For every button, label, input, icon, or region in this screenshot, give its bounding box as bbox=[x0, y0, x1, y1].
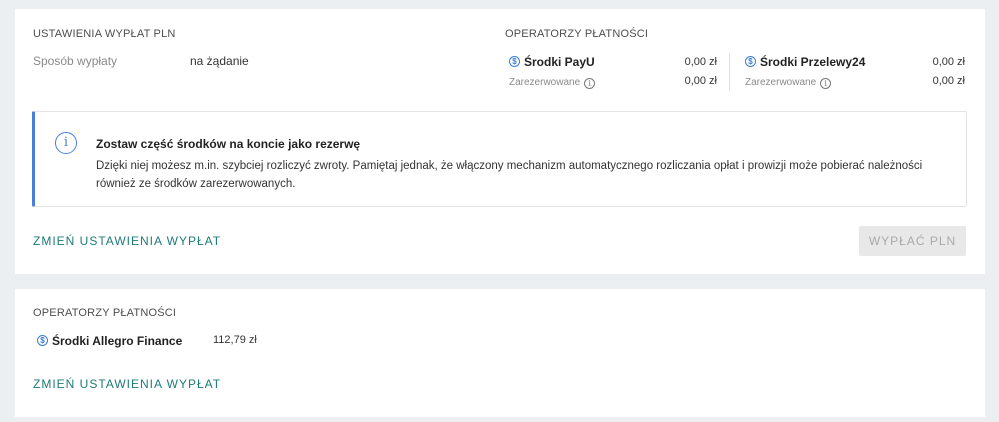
payu-reserved-amount: 0,00 zł bbox=[684, 75, 717, 87]
przelewy24-reserved-label: Zarezerwowane bbox=[745, 77, 817, 88]
info-icon[interactable]: i bbox=[584, 78, 596, 89]
change-payout-settings-button[interactable]: ZMIEŃ USTAWIENIA WYPŁAT bbox=[33, 377, 221, 391]
info-icon[interactable]: i bbox=[820, 78, 832, 89]
dollar-icon: $ bbox=[37, 335, 48, 346]
przelewy24-reserved-amount: 0,00 zł bbox=[932, 75, 965, 87]
info-icon: i bbox=[55, 132, 77, 154]
allegro-finance-amount: 112,79 zł bbox=[213, 334, 257, 346]
payu-reserved-label: Zarezerwowane bbox=[509, 77, 581, 88]
change-payout-settings-button[interactable]: ZMIEŃ USTAWIENIA WYPŁAT bbox=[33, 234, 221, 248]
payout-method-label: Sposób wypłaty bbox=[33, 54, 118, 68]
notice-title: Zostaw część środków na koncie jako reze… bbox=[96, 137, 361, 151]
payu-reserved: Zarezerwowane i bbox=[509, 77, 596, 89]
payout-settings-card: USTAWIENIA WYPŁAT PLN Sposób wypłaty na … bbox=[15, 9, 985, 274]
allegro-operators-title: OPERATORZY PŁATNOŚCI bbox=[33, 307, 177, 319]
allegro-finance-name: Środki Allegro Finance bbox=[52, 334, 183, 348]
notice-text: Dzięki niej możesz m.in. szybciej rozlic… bbox=[96, 160, 923, 190]
allegro-operators-card: OPERATORZY PŁATNOŚCI $ Środki Allegro Fi… bbox=[15, 289, 985, 417]
operators-divider bbox=[729, 53, 730, 91]
reserve-notice: i Zostaw część środków na koncie jako re… bbox=[32, 111, 967, 207]
przelewy24-amount: 0,00 zł bbox=[932, 56, 965, 68]
payout-pln-button[interactable]: WYPŁAĆ PLN bbox=[859, 226, 966, 256]
payout-settings-title: USTAWIENIA WYPŁAT PLN bbox=[33, 28, 176, 40]
operators-title: OPERATORZY PŁATNOŚCI bbox=[505, 28, 649, 40]
payu-amount: 0,00 zł bbox=[684, 56, 717, 68]
payu-name: Środki PayU bbox=[524, 55, 595, 69]
przelewy24-reserved: Zarezerwowane i bbox=[745, 77, 832, 89]
przelewy24-name: Środki Przelewy24 bbox=[760, 55, 866, 69]
dollar-icon: $ bbox=[509, 56, 520, 67]
payout-method-value: na żądanie bbox=[190, 54, 249, 68]
dollar-icon: $ bbox=[745, 56, 756, 67]
